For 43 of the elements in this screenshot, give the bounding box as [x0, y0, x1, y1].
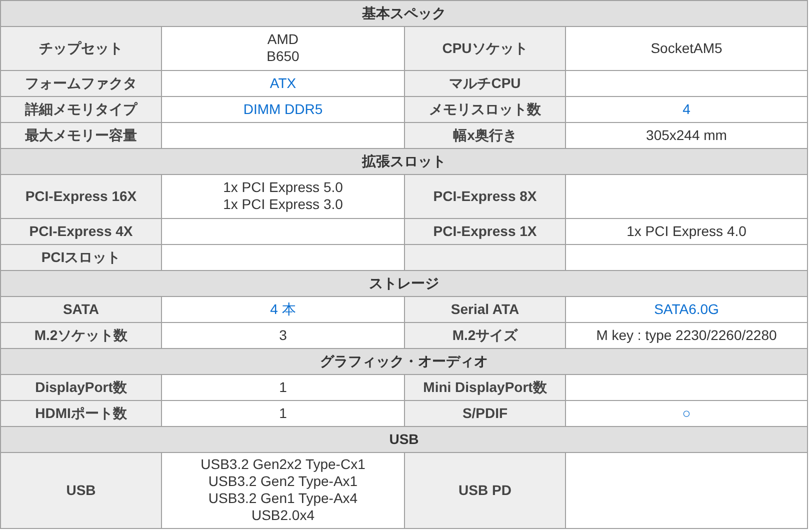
section-header: 基本スペック [0, 0, 808, 26]
spec-label: DisplayPort数 [0, 374, 162, 400]
spec-label: 詳細メモリタイプ [0, 96, 162, 122]
spec-link[interactable]: 4 本 [270, 301, 296, 318]
spec-label: メモリスロット数 [404, 96, 566, 122]
spec-value: 1x PCI Express 5.0 1x PCI Express 3.0 [223, 178, 343, 212]
spec-value: 1x PCI Express 4.0 [626, 223, 746, 240]
spec-label: 最大メモリー容量 [0, 122, 162, 148]
spec-value: USB3.2 Gen2x2 Type-Cx1 USB3.2 Gen2 Type-Ax1 USB3.2 Gen1 Type-Ax4 USB2.0x4 [200, 456, 366, 524]
spec-label: PCI-Express 1X [404, 218, 566, 244]
spec-label: チップセット [0, 26, 162, 70]
spec-value: 3 [279, 327, 287, 344]
spec-label: M.2ソケット数 [0, 322, 162, 348]
spec-label: CPUソケット [404, 26, 566, 70]
spec-label: Mini DisplayPort数 [404, 374, 566, 400]
section-header: USB [0, 426, 808, 452]
spec-link[interactable]: SATA6.0G [654, 301, 719, 318]
spec-label: マルチCPU [404, 70, 566, 96]
spec-value: 1 [279, 379, 287, 396]
spec-label: S/PDIF [404, 400, 566, 426]
spec-label: PCI-Express 16X [0, 174, 162, 218]
spec-link[interactable]: ○ [682, 405, 691, 422]
spec-label: HDMIポート数 [0, 400, 162, 426]
spec-label: PCI-Express 8X [404, 174, 566, 218]
spec-label: USB PD [404, 452, 566, 528]
section-header: ストレージ [0, 270, 808, 296]
spec-label: SATA [0, 296, 162, 322]
spec-value: 305x244 mm [646, 127, 727, 144]
section-header: グラフィック・オーディオ [0, 348, 808, 374]
spec-link[interactable]: 4 [682, 101, 690, 118]
spec-label: M.2サイズ [404, 322, 566, 348]
spec-link[interactable]: ATX [270, 75, 296, 92]
spec-label: USB [0, 452, 162, 528]
spec-value: AMD B650 [266, 30, 300, 64]
spec-value: M key : type 2230/2260/2280 [596, 327, 777, 344]
spec-value: SocketAM5 [650, 40, 722, 57]
section-header: 拡張スロット [0, 148, 808, 174]
spec-value: 1 [279, 405, 287, 422]
spec-label: 幅x奥行き [404, 122, 566, 148]
spec-label: PCI-Express 4X [0, 218, 162, 244]
spec-label: PCIスロット [0, 244, 162, 270]
spec-label: フォームファクタ [0, 70, 162, 96]
spec-label: Serial ATA [404, 296, 566, 322]
